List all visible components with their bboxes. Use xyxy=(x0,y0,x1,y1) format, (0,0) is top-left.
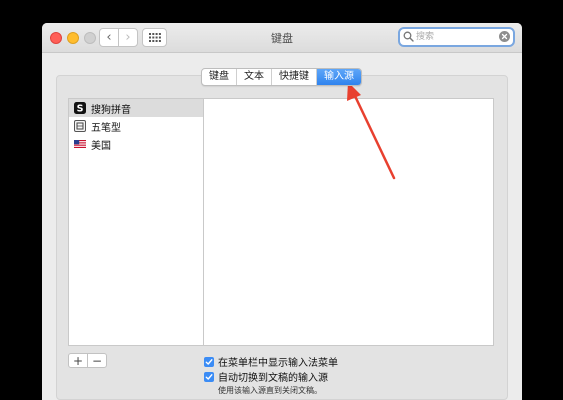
svg-text:S: S xyxy=(77,104,84,115)
sogou-icon: S xyxy=(74,102,86,114)
list-item-sogou-pinyin[interactable]: S 搜狗拼音 xyxy=(69,99,203,117)
checkmark-icon xyxy=(205,373,213,380)
input-source-detail-pane xyxy=(204,98,494,346)
search-icon xyxy=(403,31,414,42)
list-item-label: 美国 xyxy=(91,140,111,152)
show-input-menu-label: 在菜单栏中显示输入法菜单 xyxy=(218,358,338,369)
show-input-menu-option[interactable]: 在菜单栏中显示输入法菜单 xyxy=(204,354,338,369)
tab-text[interactable]: 文本 xyxy=(237,69,272,85)
add-input-source-button[interactable]: + xyxy=(68,353,88,368)
clear-search-icon[interactable] xyxy=(499,31,510,42)
title-bar: ‹ › 键盘 xyxy=(42,23,522,53)
checkmark-icon xyxy=(205,358,213,365)
auto-switch-option[interactable]: 自动切换到文稿的输入源 xyxy=(204,369,328,384)
tab-bar: 键盘 文本 快捷键 输入源 xyxy=(201,68,362,86)
tab-keyboard[interactable]: 键盘 xyxy=(202,69,237,85)
auto-switch-checkbox[interactable] xyxy=(204,371,214,382)
list-item-label: 搜狗拼音 xyxy=(91,104,131,116)
us-flag-icon xyxy=(74,140,86,148)
list-item-wubi[interactable]: 五笔型 xyxy=(69,117,203,135)
wubi-icon xyxy=(74,120,86,132)
search-field[interactable] xyxy=(398,27,515,47)
remove-input-source-button[interactable]: − xyxy=(87,353,107,368)
keyboard-preferences-window: ‹ › 键盘 键盘 文本 xyxy=(42,23,522,400)
auto-switch-note: 使用该输入源直到关闭文稿。 xyxy=(218,386,322,395)
list-item-label: 五笔型 xyxy=(91,122,121,134)
tab-shortcuts[interactable]: 快捷键 xyxy=(272,69,317,85)
list-item-us[interactable]: 美国 xyxy=(69,135,203,153)
show-input-menu-checkbox[interactable] xyxy=(204,356,214,367)
tab-input-sources[interactable]: 输入源 xyxy=(317,69,361,85)
input-source-list: S 搜狗拼音 五笔型 美国 xyxy=(68,98,204,346)
auto-switch-label: 自动切换到文稿的输入源 xyxy=(218,373,328,384)
search-input[interactable] xyxy=(416,30,498,44)
